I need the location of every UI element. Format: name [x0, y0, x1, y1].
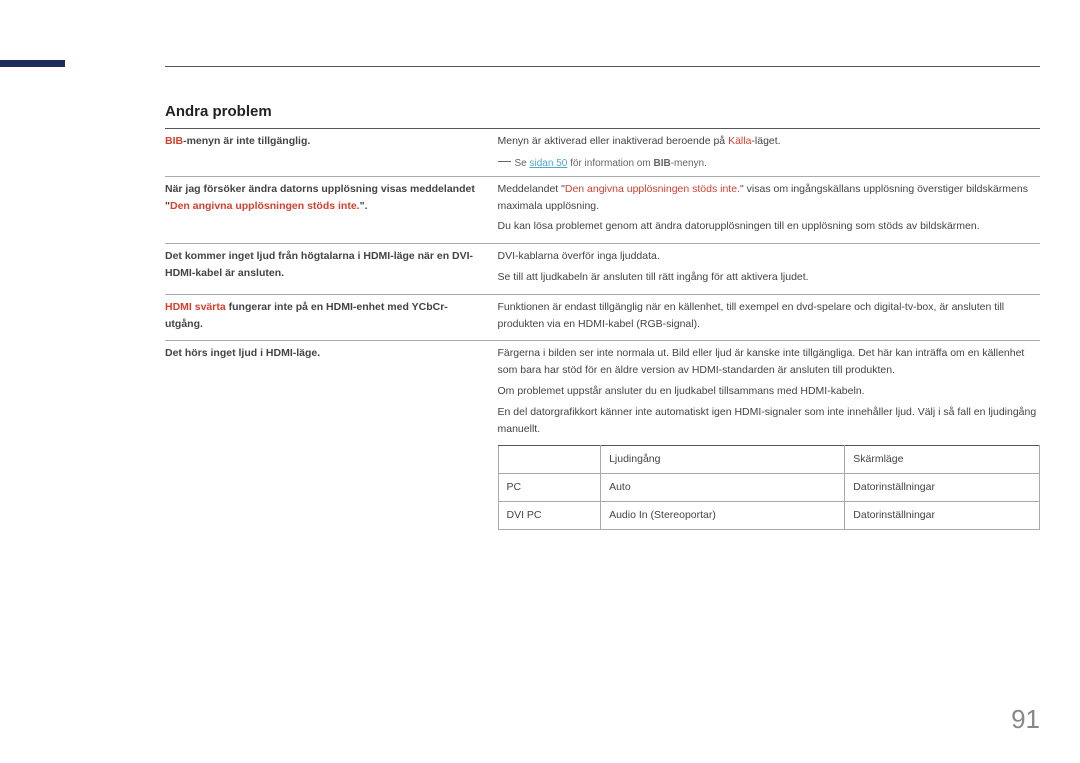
brand-bar: [0, 60, 65, 67]
text-segment: BIB: [165, 135, 183, 147]
table-row: HDMI svärta fungerar inte på en HDMI-enh…: [165, 294, 1040, 341]
text-segment: ".: [360, 200, 368, 212]
table-row: BIB-menyn är inte tillgänglig.Menyn är a…: [165, 129, 1040, 177]
solution-paragraph: Du kan lösa problemet genom att ändra da…: [498, 218, 1041, 235]
page-content: Andra problem BIB-menyn är inte tillgäng…: [165, 66, 1040, 534]
text-segment: Menyn är aktiverad eller inaktiverad ber…: [498, 135, 729, 147]
problem-cell: HDMI svärta fungerar inte på en HDMI-enh…: [165, 294, 498, 341]
text-segment: Den angivna upplösningen stöds inte.: [565, 183, 740, 195]
note-bold: BIB: [653, 158, 670, 169]
text-segment: -läget.: [751, 135, 780, 147]
text-segment: Det hörs inget ljud i HDMI-läge.: [165, 347, 320, 359]
text-segment: Källa: [728, 135, 751, 147]
solution-paragraph: En del datorgrafikkort känner inte autom…: [498, 404, 1041, 438]
solution-paragraph: Se till att ljudkabeln är ansluten till …: [498, 269, 1041, 286]
text-segment: Se till att ljudkabeln är ansluten till …: [498, 271, 809, 283]
solution-paragraph: Funktionen är endast tillgänglig när en …: [498, 299, 1041, 333]
text-segment: En del datorgrafikkort känner inte autom…: [498, 406, 1037, 435]
text-segment: Den angivna upplösningen stöds inte.: [170, 200, 360, 212]
inner-cell: Datorinställningar: [845, 474, 1040, 502]
text-segment: Funktionen är endast tillgänglig när en …: [498, 301, 1005, 330]
top-rule: [165, 66, 1040, 67]
table-row: Det hörs inget ljud i HDMI-läge. Färgerna…: [165, 341, 1040, 534]
solution-cell: DVI-kablarna överför inga ljuddata. Se ti…: [498, 244, 1041, 295]
solution-paragraph: Om problemet uppstår ansluter du en ljud…: [498, 383, 1041, 400]
inner-cell: Auto: [601, 474, 845, 502]
solution-cell: Färgerna i bilden ser inte normala ut. B…: [498, 341, 1041, 534]
page-number: 91: [1011, 704, 1040, 735]
page-link[interactable]: sidan 50: [530, 158, 568, 169]
text-segment: Om problemet uppstår ansluter du en ljud…: [498, 385, 865, 397]
inner-cell: DVI PC: [498, 501, 601, 529]
problem-cell: När jag försöker ändra datorns upplösnin…: [165, 176, 498, 243]
solution-paragraph: Menyn är aktiverad eller inaktiverad ber…: [498, 133, 1041, 150]
inner-table: LjudingångSkärmläge PCAutoDatorinställnin…: [498, 445, 1041, 529]
text-segment: Meddelandet ": [498, 183, 565, 195]
text-segment: Färgerna i bilden ser inte normala ut. B…: [498, 347, 1025, 376]
table-row: Det kommer inget ljud från högtalarna i …: [165, 244, 1040, 295]
text-segment: DVI-kablarna överför inga ljuddata.: [498, 250, 660, 262]
inner-header-cell: Ljudingång: [601, 446, 845, 474]
inner-header-cell: Skärmläge: [845, 446, 1040, 474]
table-row: När jag försöker ändra datorns upplösnin…: [165, 176, 1040, 243]
solution-paragraph: DVI-kablarna överför inga ljuddata.: [498, 248, 1041, 265]
inner-cell: PC: [498, 474, 601, 502]
solution-cell: Funktionen är endast tillgänglig när en …: [498, 294, 1041, 341]
inner-header-cell: [498, 446, 601, 474]
solution-cell: Meddelandet "Den angivna upplösningen st…: [498, 176, 1041, 243]
inner-cell: Audio In (Stereoportar): [601, 501, 845, 529]
inner-cell: Datorinställningar: [845, 501, 1040, 529]
text-segment: HDMI svärta: [165, 301, 226, 313]
text-segment: Du kan lösa problemet genom att ändra da…: [498, 220, 980, 232]
problem-cell: BIB-menyn är inte tillgänglig.: [165, 129, 498, 177]
section-title: Andra problem: [165, 103, 1040, 120]
problem-cell: Det kommer inget ljud från högtalarna i …: [165, 244, 498, 295]
problems-table: BIB-menyn är inte tillgänglig.Menyn är a…: [165, 128, 1040, 534]
solution-paragraph: Färgerna i bilden ser inte normala ut. B…: [498, 345, 1041, 379]
problem-cell: Det hörs inget ljud i HDMI-läge.: [165, 341, 498, 534]
note: Se sidan 50 för information om BIB-menyn…: [498, 156, 1041, 172]
solution-paragraph: Meddelandet "Den angivna upplösningen st…: [498, 181, 1041, 215]
text-segment: Det kommer inget ljud från högtalarna i …: [165, 250, 473, 279]
text-segment: -menyn är inte tillgänglig.: [183, 135, 310, 147]
solution-cell: Menyn är aktiverad eller inaktiverad ber…: [498, 129, 1041, 177]
